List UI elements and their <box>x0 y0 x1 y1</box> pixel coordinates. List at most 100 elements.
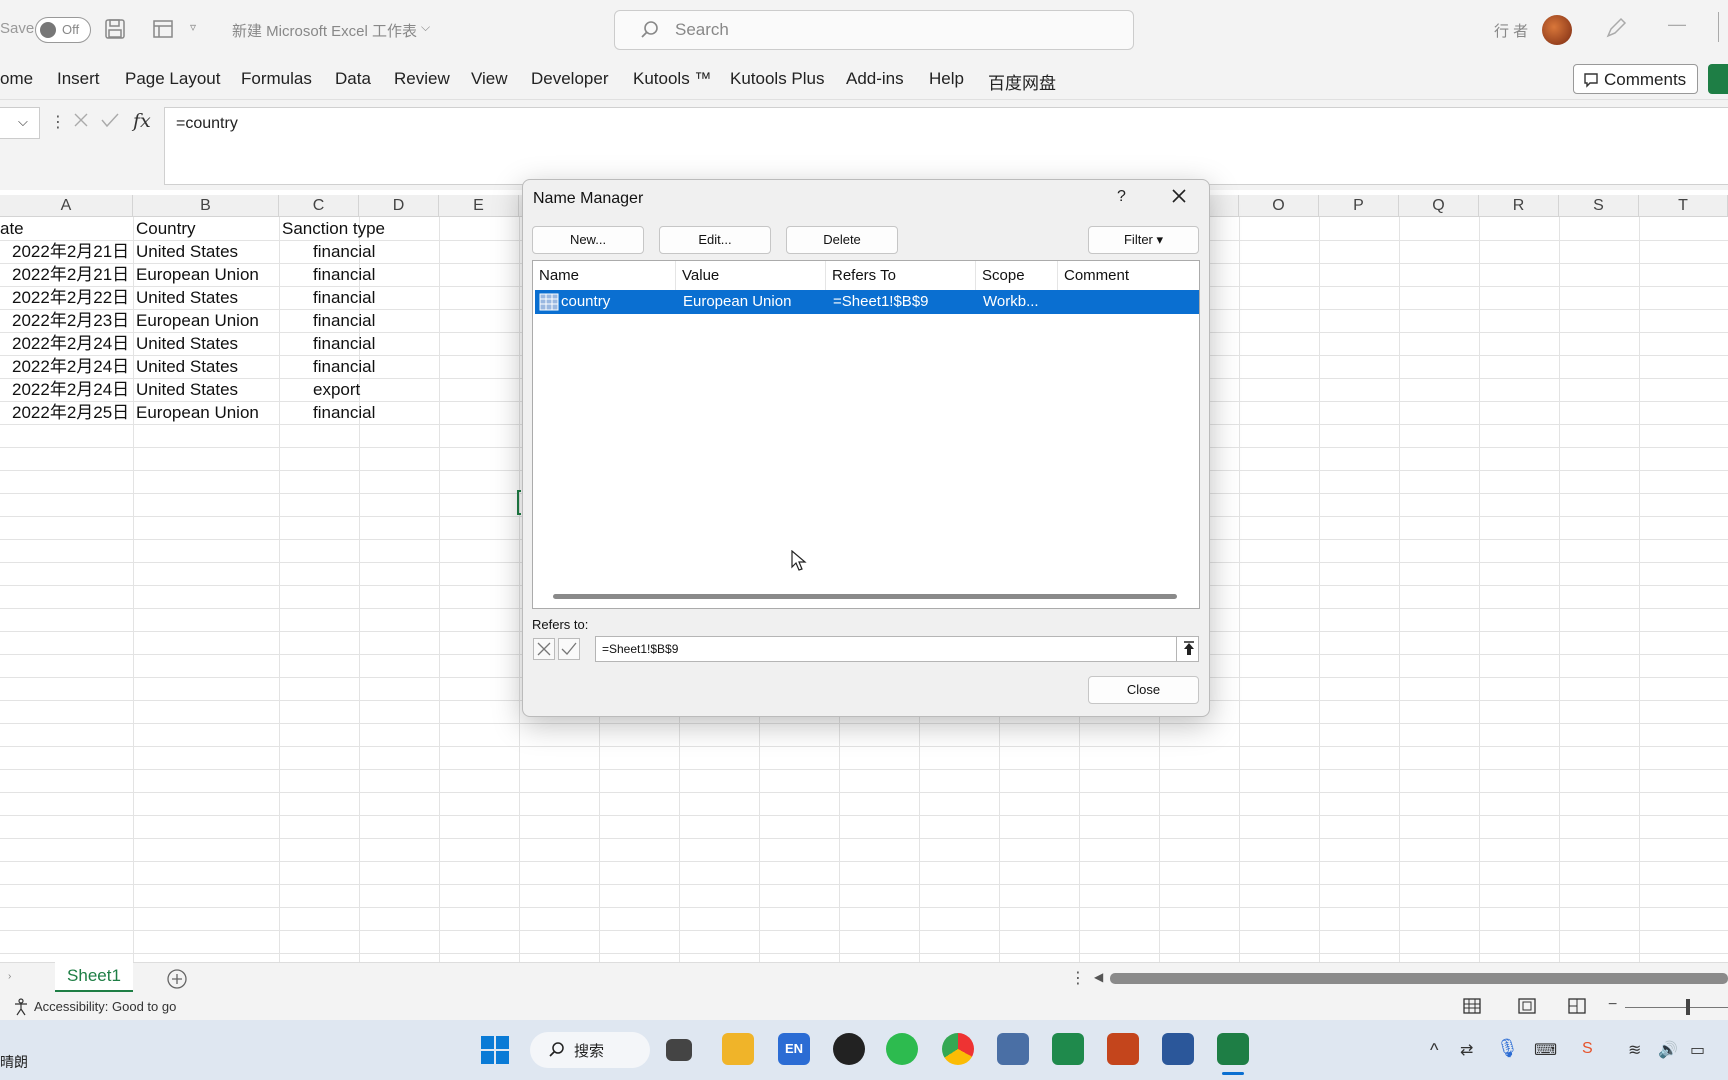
tab-developer[interactable]: Developer <box>531 69 609 89</box>
add-sheet-icon[interactable] <box>166 968 188 995</box>
powerpoint-icon[interactable] <box>1107 1033 1139 1065</box>
battery-icon[interactable]: ▭ <box>1690 1040 1705 1060</box>
wps-icon[interactable]: S <box>1582 1040 1593 1058</box>
cell-b6[interactable]: United States <box>136 332 238 355</box>
column-header-r[interactable]: R <box>1479 195 1559 217</box>
help-button[interactable]: ? <box>1117 188 1126 206</box>
autosave-toggle[interactable]: Off <box>35 17 91 43</box>
customize-qat-icon[interactable]: ▿ <box>190 20 196 34</box>
chevron-down-icon[interactable]: ⌵ <box>421 20 430 35</box>
normal-view-icon[interactable] <box>1462 997 1482 1020</box>
cell-b4[interactable]: United States <box>136 286 238 309</box>
wechat-icon[interactable] <box>886 1033 918 1065</box>
cancel-icon[interactable] <box>72 111 90 134</box>
more-options-icon[interactable]: ⋮ <box>1070 968 1086 988</box>
file-explorer-icon[interactable] <box>722 1033 754 1065</box>
tab-data[interactable]: Data <box>335 69 371 89</box>
tab-insert[interactable]: Insert <box>57 69 100 89</box>
cell-c9[interactable]: financial <box>313 401 375 424</box>
column-header-b[interactable]: B <box>133 195 279 217</box>
qq-icon[interactable] <box>833 1033 865 1065</box>
column-header-q[interactable]: Q <box>1399 195 1479 217</box>
column-header-p[interactable]: P <box>1319 195 1399 217</box>
task-view-icon[interactable] <box>666 1039 692 1061</box>
cell-a9[interactable]: 2022年2月25日 <box>12 401 129 424</box>
tab-home[interactable]: ome <box>0 69 33 89</box>
delete-button[interactable]: Delete <box>786 226 898 254</box>
column-header-name[interactable]: Name <box>533 261 676 290</box>
cell-c1[interactable]: Sanction type <box>282 217 385 240</box>
collapse-dialog-icon[interactable] <box>1176 637 1200 661</box>
cell-b7[interactable]: United States <box>136 355 238 378</box>
edit-button[interactable]: Edit... <box>659 226 771 254</box>
cell-c5[interactable]: financial <box>313 309 375 332</box>
cell-b5[interactable]: European Union <box>136 309 259 332</box>
tab-view[interactable]: View <box>471 69 508 89</box>
windows-start-icon[interactable] <box>480 1035 510 1070</box>
minimize-icon[interactable]: — <box>1668 14 1686 35</box>
horizontal-scrollbar[interactable] <box>1110 973 1728 984</box>
cell-c2[interactable]: financial <box>313 240 375 263</box>
calendar-app-icon[interactable] <box>997 1033 1029 1065</box>
confirm-edit-icon[interactable] <box>558 638 580 660</box>
quick-access-icon[interactable] <box>152 18 174 44</box>
more-options-icon[interactable]: ⋮ <box>50 112 66 132</box>
column-header-value[interactable]: Value <box>676 261 826 290</box>
enter-icon[interactable] <box>100 111 120 134</box>
close-icon[interactable] <box>1169 186 1197 210</box>
cell-a5[interactable]: 2022年2月23日 <box>12 309 129 332</box>
file-name[interactable]: 新建 Microsoft Excel 工作表 <box>232 20 417 41</box>
column-header-t[interactable]: T <box>1639 195 1728 217</box>
chrome-icon[interactable] <box>942 1033 974 1065</box>
cell-a8[interactable]: 2022年2月24日 <box>12 378 129 401</box>
tab-kutools[interactable]: Kutools ™ <box>633 69 711 89</box>
column-header-e[interactable]: E <box>439 195 519 217</box>
cell-c6[interactable]: financial <box>313 332 375 355</box>
pen-icon[interactable] <box>1604 16 1628 44</box>
page-break-view-icon[interactable] <box>1567 997 1587 1020</box>
word-icon[interactable] <box>1162 1033 1194 1065</box>
excel-icon[interactable] <box>1217 1033 1249 1065</box>
column-header-c[interactable]: C <box>279 195 359 217</box>
cell-a3[interactable]: 2022年2月21日 <box>12 263 129 286</box>
cell-b3[interactable]: European Union <box>136 263 259 286</box>
tab-baidu[interactable]: 百度网盘 <box>988 69 1056 94</box>
tab-kutools-plus[interactable]: Kutools Plus <box>730 69 825 89</box>
list-horizontal-scrollbar[interactable] <box>553 594 1177 599</box>
cell-b1[interactable]: Country <box>136 217 196 240</box>
cell-a7[interactable]: 2022年2月24日 <box>12 355 129 378</box>
tab-add-ins[interactable]: Add-ins <box>846 69 904 89</box>
zoom-slider-thumb[interactable] <box>1686 999 1690 1015</box>
column-header-s[interactable]: S <box>1559 195 1639 217</box>
cell-a4[interactable]: 2022年2月22日 <box>12 286 129 309</box>
search-box[interactable]: Search <box>614 10 1134 50</box>
cell-a6[interactable]: 2022年2月24日 <box>12 332 129 355</box>
column-header-o[interactable]: O <box>1239 195 1319 217</box>
cell-b9[interactable]: European Union <box>136 401 259 424</box>
accessibility-icon[interactable] <box>12 998 30 1021</box>
maximize-icon[interactable] <box>1718 12 1728 42</box>
sheet-tab-sheet1[interactable]: Sheet1 <box>55 962 133 992</box>
ime-icon[interactable]: ⌨ <box>1534 1040 1557 1060</box>
settings-toggle-icon[interactable]: ⇄ <box>1460 1040 1473 1060</box>
language-en-icon[interactable]: EN <box>778 1033 810 1065</box>
new-button[interactable]: New... <box>532 226 644 254</box>
wifi-icon[interactable]: ≋ <box>1628 1040 1641 1060</box>
scroll-left-icon[interactable]: ◀ <box>1094 970 1103 984</box>
column-header-refers-to[interactable]: Refers To <box>826 261 976 290</box>
tab-page-layout[interactable]: Page Layout <box>125 69 220 89</box>
scroll-tabs-left-icon[interactable]: › <box>8 971 11 982</box>
microphone-icon[interactable]: 🎙 <box>1496 1038 1519 1059</box>
names-list[interactable]: Name Value Refers To Scope Comment count… <box>532 260 1200 609</box>
share-button[interactable] <box>1708 64 1728 94</box>
save-icon[interactable] <box>104 18 126 44</box>
tab-formulas[interactable]: Formulas <box>241 69 312 89</box>
cell-c8[interactable]: export <box>313 378 360 401</box>
tab-help[interactable]: Help <box>929 69 964 89</box>
zoom-slider[interactable] <box>1625 1007 1728 1008</box>
table-row[interactable]: country European Union =Sheet1!$B$9 Work… <box>535 290 1199 314</box>
close-button[interactable]: Close <box>1088 676 1199 704</box>
filter-button[interactable]: Filter ▾ <box>1088 226 1199 254</box>
zoom-out-icon[interactable]: − <box>1608 996 1617 1014</box>
page-layout-view-icon[interactable] <box>1517 997 1537 1020</box>
